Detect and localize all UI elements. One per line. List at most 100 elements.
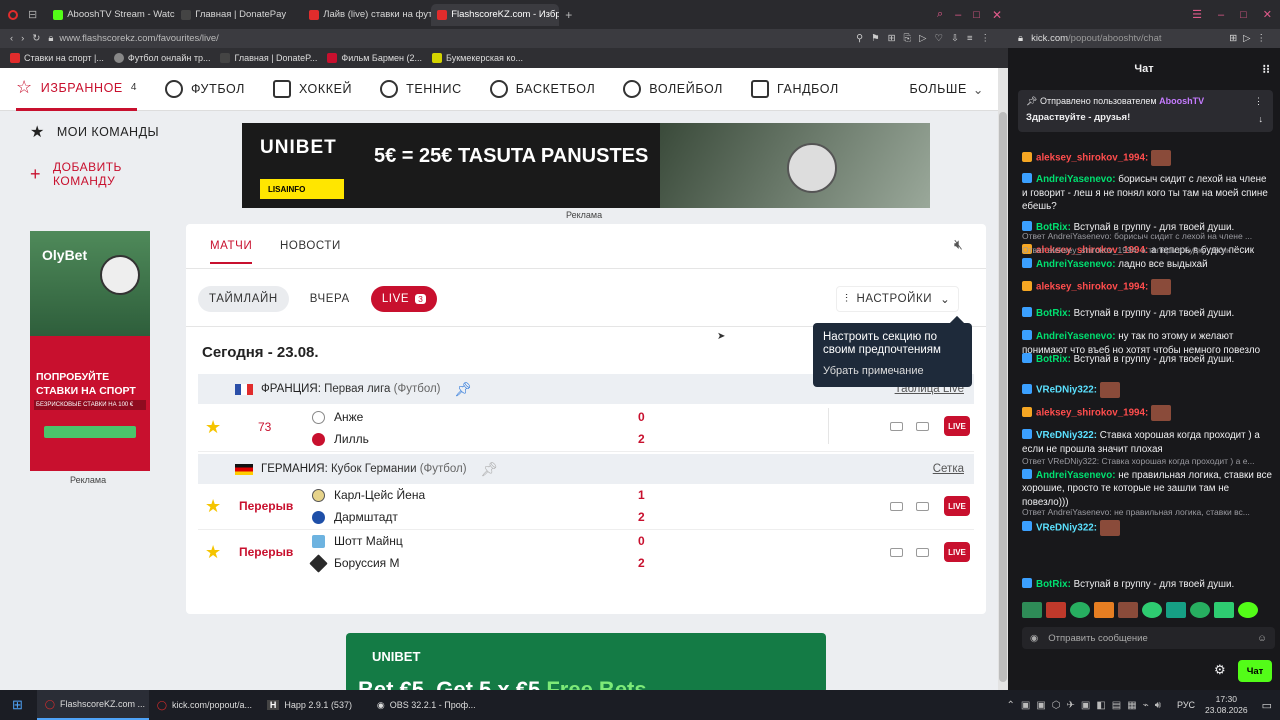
bookmark-item[interactable]: Футбол онлайн тр... xyxy=(113,53,210,63)
windows-start-icon[interactable]: ⊞ xyxy=(12,697,23,713)
chat-message[interactable]: BotRix: Вступай в группу - для твоей душ… xyxy=(1022,578,1272,592)
bookmark-item[interactable]: Букмекерская ко... xyxy=(432,53,523,63)
emote-icon[interactable] xyxy=(1022,602,1042,618)
menu-icon[interactable]: ☰ xyxy=(1192,8,1202,21)
chat-username[interactable]: aleksey_shirokov_1994: xyxy=(1036,282,1148,293)
chat-message[interactable]: aleksey_shirokov_1994: xyxy=(1022,150,1272,166)
new-tab-icon[interactable]: + xyxy=(565,8,572,22)
settings-button[interactable]: ⫶ НАСТРОЙКИ ⌄ xyxy=(836,286,960,312)
nav-tennis[interactable]: ТЕННИС xyxy=(380,68,462,111)
chat-url-host[interactable]: kick.com xyxy=(1031,33,1068,44)
emote-icon[interactable] xyxy=(1190,602,1210,618)
live-badge[interactable]: LIVE xyxy=(944,542,970,562)
favorite-star-icon[interactable]: ★ xyxy=(205,417,221,438)
chat-message[interactable]: Ответ AndreiYasenevo: не правильная логи… xyxy=(1022,507,1272,536)
clock[interactable]: 17:30 23.08.2026 xyxy=(1205,694,1248,716)
chat-message[interactable]: VReDNiy322: xyxy=(1022,382,1272,398)
live-badge[interactable]: LIVE xyxy=(944,496,970,516)
address-bar-actions-icon[interactable]: ⚲⚑⊞⎘▷♡⇩≡⋮ xyxy=(856,33,998,44)
minimize-icon[interactable]: – xyxy=(1218,9,1224,21)
unibet-banner[interactable]: UNIBET LISAINFO 5€ = 25€ TASUTA PANUSTES xyxy=(242,123,930,208)
emote-icon[interactable] xyxy=(1094,602,1114,618)
favorite-star-icon[interactable]: ★ xyxy=(205,496,221,517)
chat-message[interactable]: AndreiYasenevo: борисыч сидит с лехой на… xyxy=(1022,173,1272,214)
nav-hockey[interactable]: ХОККЕЙ xyxy=(272,68,352,111)
filter-yesterday[interactable]: ВЧЕРА xyxy=(298,286,361,312)
tab-news[interactable]: НОВОСТИ xyxy=(280,240,341,252)
chat-username[interactable]: AndreiYasenevo: xyxy=(1036,331,1116,342)
my-teams-heading[interactable]: ★ МОИ КОМАНДЫ xyxy=(30,122,159,142)
reply-context[interactable]: Ответ aleksey_shirokov_1994: а теперь в … xyxy=(1022,244,1272,258)
unpin-icon[interactable]: ⋮ xyxy=(1254,96,1263,107)
emoji-icon[interactable]: ☺ xyxy=(1257,633,1267,644)
close-window-icon[interactable]: ✕ xyxy=(1263,8,1272,21)
emote-icon[interactable] xyxy=(1070,602,1090,618)
ad-cta-button[interactable] xyxy=(44,426,136,438)
emote-icon[interactable] xyxy=(1118,602,1138,618)
input-language[interactable]: РУС xyxy=(1177,700,1195,710)
bracket-link[interactable]: Сетка xyxy=(933,463,964,475)
chat-username[interactable]: AndreiYasenevo: xyxy=(1036,470,1116,481)
maximize-icon[interactable]: □ xyxy=(1240,9,1247,21)
chat-username[interactable]: AndreiYasenevo: xyxy=(1036,174,1116,185)
chat-message-input[interactable]: ◉ Отправить сообщение ☺ xyxy=(1022,627,1275,649)
league-header-germany[interactable]: ГЕРМАНИЯ: Кубок Германии (Футбол) 📌︎ Сет… xyxy=(198,454,974,484)
chat-username[interactable]: AndreiYasenevo: xyxy=(1036,259,1116,270)
chat-username[interactable]: VReDNiy322: xyxy=(1036,385,1097,396)
chat-username[interactable]: BotRix: xyxy=(1036,308,1071,319)
pin-outline-icon[interactable]: 📌︎ xyxy=(481,461,499,478)
settings-gear-icon[interactable]: ⚙ xyxy=(1214,662,1226,678)
search-tabs-icon[interactable]: ⌕ xyxy=(937,8,943,21)
chat-message[interactable]: aleksey_shirokov_1994: xyxy=(1022,279,1272,295)
chat-username[interactable]: aleksey_shirokov_1994: xyxy=(1036,408,1148,419)
reply-context[interactable]: Ответ AndreiYasenevo: борисыч сидит с ле… xyxy=(1022,230,1272,244)
emote-icon[interactable] xyxy=(1142,602,1162,618)
dismiss-tooltip-link[interactable]: Убрать примечание xyxy=(823,365,962,377)
chat-message[interactable]: VReDNiy322: Ставка хорошая когда проходи… xyxy=(1022,429,1272,456)
bookmark-item[interactable]: Главная | DonateP... xyxy=(220,53,317,63)
match-row[interactable]: ★ 73 Анже Лилль 0 2 LIVE xyxy=(198,404,974,452)
emote-icon[interactable] xyxy=(1166,602,1186,618)
nav-handball[interactable]: ГАНДБОЛ xyxy=(750,68,839,111)
nav-volleyball[interactable]: ВОЛЕЙБОЛ xyxy=(623,68,723,111)
taskbar-item[interactable]: H Happ 2.9.1 (537) xyxy=(259,690,369,720)
scrollbar-thumb[interactable] xyxy=(999,112,1007,682)
back-icon[interactable]: ‹ xyxy=(10,33,13,44)
chat-username[interactable]: VReDNiy322: xyxy=(1036,522,1097,533)
match-row[interactable]: ★ Перерыв Шотт Майнц Боруссия М 0 2 LIVE xyxy=(198,530,974,576)
filter-live[interactable]: LIVE 3 xyxy=(370,286,438,312)
chat-message[interactable]: BotRix: Вступай в группу - для твоей душ… xyxy=(1022,307,1272,321)
tab-list-icon[interactable]: ⊟ xyxy=(28,8,37,21)
chat-url-path[interactable]: /popout/abooshtv/chat xyxy=(1068,33,1162,44)
system-tray-icons[interactable]: ⌃▣▣⬡✈▣◧▤▦⌁🔊︎ xyxy=(1007,700,1168,711)
banner-cta-button[interactable]: LISAINFO xyxy=(260,179,344,199)
tab-abooshtv[interactable]: AbooshTV Stream - Watch xyxy=(47,4,175,26)
nav-favorites[interactable]: ☆ ИЗБРАННОЕ 4 xyxy=(16,68,138,111)
reply-context[interactable]: Ответ VReDNiy322: Ставка хорошая когда п… xyxy=(1022,455,1272,469)
live-badge[interactable]: LIVE xyxy=(944,416,970,436)
nav-basketball[interactable]: БАСКЕТБОЛ xyxy=(489,68,596,111)
chat-username[interactable]: VReDNiy322: xyxy=(1036,430,1097,441)
tab-flashscore-favorites[interactable]: FlashscoreKZ.com - Избра xyxy=(431,3,560,26)
reply-context[interactable]: Ответ AndreiYasenevo: не правильная логи… xyxy=(1022,506,1272,520)
taskbar-item[interactable]: ◯ kick.com/popout/a... xyxy=(149,690,259,720)
pin-icon[interactable]: 📌︎ xyxy=(455,381,473,398)
reload-icon[interactable]: ↻ xyxy=(32,33,40,44)
send-chat-button[interactable]: Чат xyxy=(1238,660,1272,682)
taskbar-item[interactable]: ◉ OBS 32.2.1 - Проф... xyxy=(369,690,479,720)
emote-icon[interactable] xyxy=(1046,602,1066,618)
tab-live-bets[interactable]: Лайв (live) ставки на фут xyxy=(303,4,431,26)
pinned-message[interactable]: 📌︎ Отправлено пользователем AbooshTV Здр… xyxy=(1018,90,1273,132)
nav-more[interactable]: БОЛЬШЕ ⌄ xyxy=(909,68,984,111)
forward-icon[interactable]: › xyxy=(21,33,24,44)
bookmark-item[interactable]: Фильм Бармен (2... xyxy=(327,53,422,63)
opera-logo-icon[interactable] xyxy=(8,9,18,20)
tab-donatepay[interactable]: Главная | DonatePay xyxy=(175,4,303,26)
chat-username[interactable]: BotRix: xyxy=(1036,579,1071,590)
nav-football[interactable]: ФУТБОЛ xyxy=(165,68,245,111)
address-bar-actions-icon[interactable]: ⊞▷⋮ xyxy=(1229,33,1272,44)
tab-matches[interactable]: МАТЧИ xyxy=(210,240,252,252)
add-team-button[interactable]: + ДОБАВИТЬ КОМАНДУ xyxy=(30,160,122,188)
chat-rules-icon[interactable]: ◉ xyxy=(1030,633,1038,644)
maximize-icon[interactable]: □ xyxy=(973,9,980,21)
